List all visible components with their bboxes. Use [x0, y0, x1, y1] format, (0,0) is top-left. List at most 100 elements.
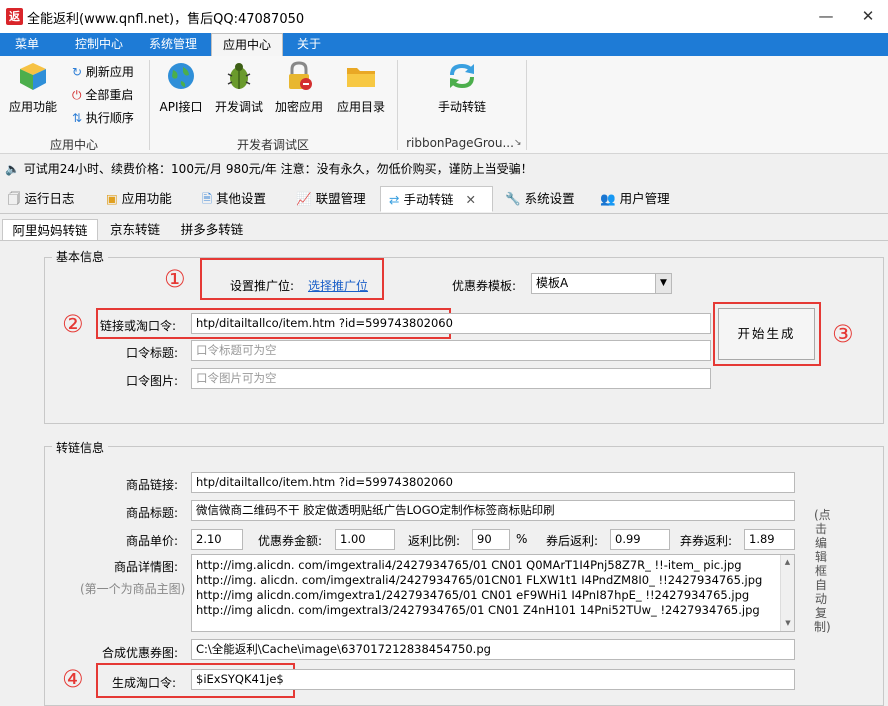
sort-icon: ⇅ — [72, 111, 83, 125]
expand-group-icon[interactable]: ↘ — [514, 138, 522, 148]
encrypt-app-label: 加密应用 — [274, 100, 323, 114]
close-tab-icon[interactable]: ✕ — [465, 192, 475, 207]
window-title: 全能返利(www.qnfl.net)，售后QQ:47087050 — [27, 12, 305, 27]
kouling-image-input[interactable]: 口令图片可为空 — [191, 368, 711, 389]
ribbon-separator — [526, 60, 527, 150]
rebate-ratio-input[interactable]: 90 — [472, 529, 510, 550]
composite-coupon-label: 合成优惠券图: — [102, 646, 179, 660]
marker-1: ① — [164, 265, 186, 293]
tab-control-center[interactable]: 控制中心 — [64, 33, 134, 56]
convert-info-legend: 转链信息 — [52, 439, 109, 456]
detail-image-line: http://img alicdn.com/imgextra1/24279347… — [196, 588, 750, 602]
tools-icon: 🔧 — [505, 191, 521, 206]
generated-kouling-input[interactable]: $iExSYQK41je$ — [191, 669, 795, 690]
abandon-coupon-rebate-label: 弃券返利: — [680, 534, 733, 548]
refresh-arrows-icon — [446, 60, 478, 92]
kouling-title-label: 口令标题: — [126, 346, 179, 360]
refresh-apps-button[interactable]: ↻ 刷新应用 — [72, 63, 134, 80]
users-icon: 👥 — [600, 191, 616, 206]
app-function-button[interactable]: 应用功能 — [6, 60, 60, 115]
tab-app-function[interactable]: ▣ 应用功能 — [106, 186, 172, 212]
chevron-down-icon[interactable]: ▼ — [655, 274, 671, 293]
detail-images-textarea[interactable]: http://img.alicdn. com/imgextrali4/24279… — [191, 554, 795, 632]
exec-order-label: 执行顺序 — [85, 111, 134, 125]
detail-images-hint: (第一个为商品主图) — [80, 582, 186, 596]
product-title-input[interactable]: 微信微商二维码不干 胶定做透明贴纸广告LOGO定制作标签商标贴印刷 — [191, 500, 795, 521]
subtab-pdd[interactable]: 拼多多转链 — [172, 219, 252, 241]
detail-image-line: http://img alicdn. com/imgextral3/242793… — [196, 603, 760, 617]
tab-other-settings[interactable]: 🗎 其他设置 — [202, 186, 266, 212]
dev-debug-button[interactable]: 开发调试 — [212, 60, 266, 115]
tab-other-settings-label: 其他设置 — [216, 191, 267, 206]
link-label: 链接或淘口令: — [100, 319, 177, 333]
product-title-label: 商品标题: — [126, 506, 179, 520]
minimize-button[interactable]: — — [816, 6, 836, 26]
restart-all-button[interactable]: ⏻ 全部重启 — [72, 86, 133, 103]
detail-image-line: http://img.alicdn. com/imgextrali4/24279… — [196, 558, 742, 572]
tab-menu[interactable]: 菜单 — [4, 33, 50, 56]
start-generate-button[interactable]: 开始生成 — [718, 308, 815, 360]
select-promo-slot-link[interactable]: 选择推广位 — [308, 277, 368, 294]
tab-system-settings[interactable]: 🔧 系统设置 — [505, 186, 575, 212]
composite-coupon-input[interactable]: C:\全能返利\Cache\image\637017212838454750.p… — [191, 639, 795, 660]
tab-run-log[interactable]: 🗍 运行日志 — [8, 186, 75, 212]
generated-kouling-label: 生成淘口令: — [112, 676, 177, 690]
vertical-scrollbar[interactable]: ▲ ▼ — [780, 555, 794, 631]
app-function-label: 应用功能 — [8, 100, 57, 114]
exec-order-button[interactable]: ⇅ 执行顺序 — [72, 109, 134, 126]
manual-convert-ribbon-button[interactable]: 手动转链 — [430, 60, 494, 115]
speaker-icon: 🔈 — [5, 162, 20, 176]
tab-alliance-management-label: 联盟管理 — [315, 191, 366, 206]
coupon-amount-label: 优惠券金额: — [258, 534, 323, 548]
close-button[interactable]: ✕ — [858, 6, 878, 26]
app-logo-icon: 返 — [6, 8, 23, 25]
refresh-apps-label: 刷新应用 — [85, 65, 134, 79]
price-input[interactable]: 2.10 — [191, 529, 243, 550]
promo-slot-label: 设置推广位: — [230, 279, 295, 293]
app-directory-label: 应用目录 — [336, 100, 385, 114]
manual-convert-ribbon-label: 手动转链 — [437, 100, 486, 114]
after-coupon-rebate-input[interactable]: 0.99 — [610, 529, 670, 550]
group-label-app-center: 应用中心 — [49, 138, 98, 152]
api-interface-label: API接口 — [159, 100, 203, 114]
notice-text: 可试用24小时、续费价格：100元/月 980元/年 注意：没有永久，勿低价购买… — [23, 162, 533, 176]
tab-manual-convert[interactable]: ⇄ 手动转链 ✕ — [380, 186, 493, 212]
product-link-input[interactable]: htp/ditailtallco/item.htm ?id=5997438020… — [191, 472, 795, 493]
log-icon: 🗍 — [8, 191, 21, 206]
subtab-jd[interactable]: 京东转链 — [100, 219, 170, 241]
tab-manual-convert-label: 手动转链 — [403, 192, 454, 207]
cube-icon — [17, 60, 49, 92]
abandon-coupon-rebate-input[interactable]: 1.89 — [744, 529, 795, 550]
power-icon: ⏻ — [72, 88, 82, 102]
tab-app-center[interactable]: 应用中心 — [211, 33, 283, 56]
tab-user-management[interactable]: 👥 用户管理 — [600, 186, 670, 212]
app-directory-button[interactable]: 应用目录 — [334, 60, 388, 115]
coupon-template-label: 优惠券模板: — [452, 279, 517, 293]
basic-info-legend: 基本信息 — [52, 248, 109, 265]
api-interface-button[interactable]: API接口 — [156, 60, 206, 115]
lock-icon — [283, 60, 315, 92]
subtab-alimama[interactable]: 阿里妈妈转链 — [2, 219, 98, 241]
refresh-icon: ↻ — [72, 65, 83, 79]
kouling-title-input[interactable]: 口令标题可为空 — [191, 340, 711, 361]
encrypt-app-button[interactable]: 加密应用 — [272, 60, 326, 115]
product-link-label: 商品链接: — [126, 478, 179, 492]
marker-2: ② — [62, 310, 84, 338]
dev-debug-label: 开发调试 — [214, 100, 263, 114]
tab-user-management-label: 用户管理 — [619, 191, 670, 206]
group-label-page: ribbonPageGrou... — [406, 136, 514, 150]
coupon-amount-input[interactable]: 1.00 — [335, 529, 395, 550]
price-label: 商品单价: — [126, 534, 179, 548]
tab-system-management[interactable]: 系统管理 — [138, 33, 208, 56]
tab-about[interactable]: 关于 — [286, 33, 332, 56]
auto-copy-hint: (点击编辑框自动复制) — [814, 508, 831, 634]
ribbon-separator — [397, 60, 398, 150]
kouling-image-label: 口令图片: — [126, 374, 179, 388]
detail-images-label: 商品详情图: — [114, 560, 179, 574]
coupon-template-select[interactable]: 模板A ▼ — [531, 273, 672, 294]
cube-icon: ▣ — [106, 191, 118, 206]
group-label-dev: 开发者调试区 — [236, 138, 309, 152]
marker-3: ③ — [832, 320, 854, 348]
link-input[interactable]: htp/ditailtallco/item.htm ?id=5997438020… — [191, 313, 711, 334]
tab-alliance-management[interactable]: 📈 联盟管理 — [296, 186, 366, 212]
